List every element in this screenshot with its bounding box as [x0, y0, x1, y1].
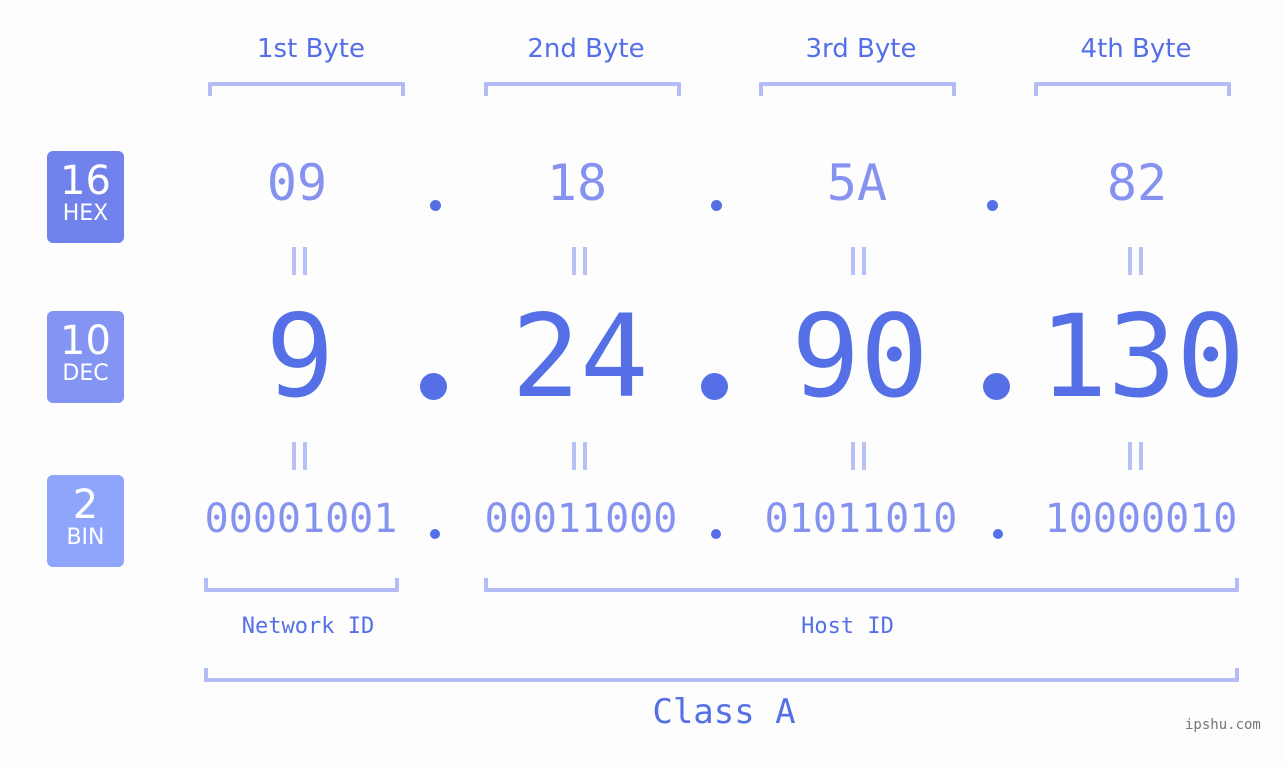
hex-octet-4: 82 [1106, 154, 1168, 212]
dec-base: 10 [60, 318, 111, 364]
equals-icon [292, 247, 308, 275]
bin-octet-3: 01011010 [764, 496, 958, 542]
dec-octet-3: 90 [791, 290, 929, 423]
equals-icon [572, 442, 588, 470]
equals-icon [851, 247, 867, 275]
network-id-bracket [204, 578, 399, 592]
byte-bracket-2 [484, 82, 681, 96]
hex-octet-3: 5A [826, 154, 888, 212]
equals-icon [851, 442, 867, 470]
hex-octet-2: 18 [546, 154, 608, 212]
class-label: Class A [652, 692, 796, 732]
dec-octet-2: 24 [511, 290, 649, 423]
equals-icon [1128, 442, 1144, 470]
host-id-bracket [484, 578, 1239, 592]
hex-badge: 16 HEX [47, 151, 124, 243]
bin-dot-1 [430, 529, 440, 539]
byte-bracket-1 [208, 82, 405, 96]
dec-label: DEC [62, 361, 109, 386]
dec-octet-1: 9 [265, 290, 335, 423]
dec-dot-3 [983, 373, 1010, 400]
bin-label: BIN [66, 525, 105, 550]
equals-icon [572, 247, 588, 275]
byte-bracket-3 [759, 82, 956, 96]
hex-dot-1 [430, 200, 441, 211]
bin-octet-4: 10000010 [1044, 496, 1238, 542]
dec-octet-4: 130 [1039, 290, 1245, 423]
equals-icon [1128, 247, 1144, 275]
byte-header-2: 2nd Byte [527, 34, 645, 64]
network-id-label: Network ID [241, 614, 375, 639]
hex-dot-2 [711, 200, 722, 211]
byte-header-3: 3rd Byte [805, 34, 917, 64]
bin-dot-3 [993, 529, 1003, 539]
watermark: ipshu.com [1185, 717, 1261, 733]
bin-badge: 2 BIN [47, 475, 124, 567]
hex-octet-1: 09 [266, 154, 328, 212]
dec-dot-2 [701, 373, 728, 400]
dec-badge: 10 DEC [47, 311, 124, 403]
bin-octet-1: 00001001 [204, 496, 398, 542]
byte-bracket-4 [1034, 82, 1231, 96]
bin-base: 2 [72, 482, 99, 528]
class-bracket [204, 668, 1239, 682]
bin-octet-2: 00011000 [484, 496, 678, 542]
byte-header-1: 1st Byte [257, 34, 365, 64]
hex-base: 16 [60, 158, 111, 204]
equals-icon [292, 442, 308, 470]
host-id-label: Host ID [801, 614, 894, 639]
hex-dot-3 [987, 200, 998, 211]
byte-header-4: 4th Byte [1080, 34, 1192, 64]
hex-label: HEX [62, 201, 109, 226]
bin-dot-2 [711, 529, 721, 539]
dec-dot-1 [420, 373, 447, 400]
